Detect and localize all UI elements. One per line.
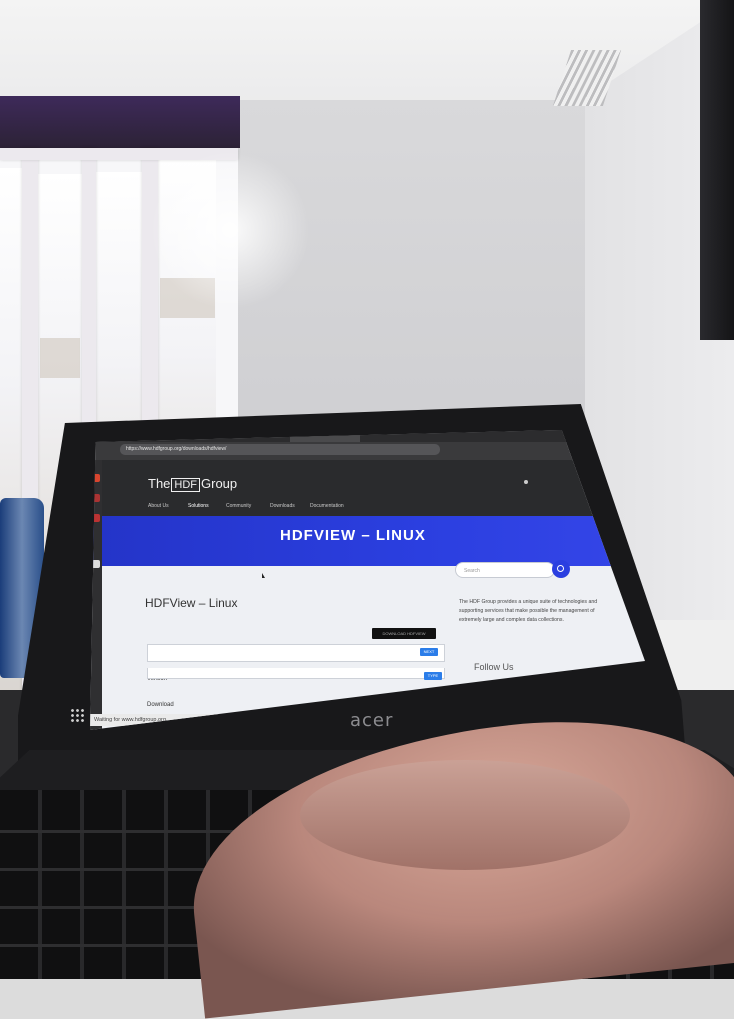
search-icon (557, 565, 564, 572)
nav-solutions[interactable]: Solutions (188, 503, 209, 509)
follow-heading: Follow Us (474, 662, 514, 672)
light-glare (150, 150, 310, 310)
logo-prefix: The (148, 476, 171, 491)
version-field[interactable] (147, 644, 445, 662)
nav-about[interactable]: About Us (148, 503, 169, 509)
site-logo[interactable]: The HDF Group (148, 476, 238, 492)
address-bar[interactable]: https://www.hdfgroup.org/downloads/hdfvi… (120, 444, 440, 455)
page-title: HDFView – Linux (145, 596, 238, 610)
banner-title: HDFVIEW – LINUX (280, 527, 426, 544)
download-button[interactable]: DOWNLOAD HDFVIEW (372, 628, 436, 639)
download-label: Download (147, 702, 174, 708)
laptop-brand: acer (350, 710, 394, 731)
about-text: The HDF Group provides a unique suite of… (459, 599, 598, 623)
nav-downloads[interactable]: Downloads (270, 503, 295, 509)
finger (300, 760, 630, 870)
search-button[interactable] (552, 560, 570, 578)
nav-community[interactable]: Community (226, 503, 251, 509)
logo-mark: HDF (171, 478, 201, 492)
nav-documentation[interactable]: Documentation (310, 503, 344, 509)
mouse-cursor-icon (262, 573, 265, 578)
outside-building (40, 338, 80, 378)
door-frame (700, 0, 734, 340)
version-row (147, 668, 445, 679)
next-chip[interactable]: NEXT (420, 648, 438, 656)
logo-suffix: Group (201, 476, 238, 491)
type-chip[interactable]: TYPE (424, 672, 442, 680)
app-grid-icon[interactable] (70, 708, 84, 722)
search-input[interactable]: Search (455, 562, 555, 578)
window-blind (0, 96, 240, 148)
header-menu-icon[interactable] (524, 480, 528, 484)
